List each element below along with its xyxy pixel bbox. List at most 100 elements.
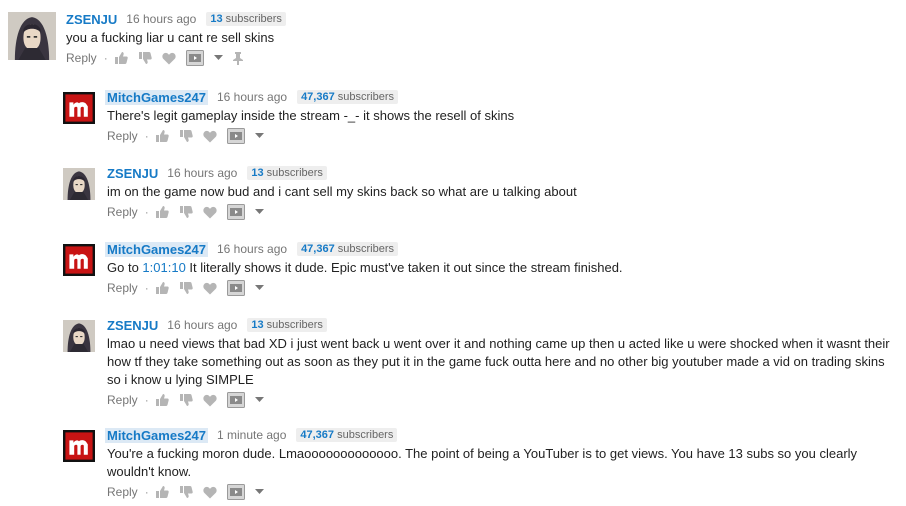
subscriber-badge: 47,367 subscribers <box>296 428 398 442</box>
creator-video-icon[interactable] <box>226 128 245 144</box>
thumbs-down-icon[interactable] <box>179 129 193 143</box>
comment-text: You're a fucking moron dude. Lmaoooooooo… <box>107 446 858 479</box>
comment-header: MitchGames247 16 hours ago 47,367 subscrib… <box>105 88 900 106</box>
author-name[interactable]: ZSENJU <box>107 318 158 333</box>
avatar[interactable] <box>63 168 95 200</box>
subscriber-label: subscribers <box>337 91 395 103</box>
comment-text: Go to 1:01:10 It literally shows it dude… <box>107 259 900 277</box>
avatar[interactable] <box>63 92 95 124</box>
comment-body: MitchGames247 16 hours ago 47,367 subscrib… <box>105 240 900 297</box>
separator-dot: · <box>144 205 149 219</box>
comment-body: ZSENJU 16 hours ago 13 subscribers lmao u n… <box>107 316 900 409</box>
creator-video-icon[interactable] <box>185 50 204 66</box>
comment-time[interactable]: 16 hours ago <box>217 90 287 104</box>
creator-video-icon[interactable] <box>226 280 245 296</box>
comment-text: lmao u need views that bad XD i just wen… <box>107 336 890 387</box>
comment-item: ZSENJU 16 hours ago 13 subscribers im on th… <box>0 164 906 244</box>
thumbs-down-icon[interactable] <box>179 485 193 499</box>
comment-time[interactable]: 16 hours ago <box>217 242 287 256</box>
reply-button[interactable]: Reply <box>66 51 97 65</box>
author-name[interactable]: MitchGames247 <box>105 427 208 443</box>
comment-item: MitchGames247 16 hours ago 47,367 subscrib… <box>0 240 906 320</box>
heart-icon[interactable] <box>203 486 217 499</box>
comment-header: ZSENJU 16 hours ago 13 subscribers <box>107 164 900 182</box>
reply-button[interactable]: Reply <box>107 393 138 407</box>
comment-header: ZSENJU 16 hours ago 13 subscribers <box>66 10 900 28</box>
comment-body: MitchGames247 16 hours ago 47,367 subscrib… <box>105 88 900 145</box>
comment-actions: Reply · <box>107 391 900 409</box>
subscriber-count: 47,367 <box>301 243 335 255</box>
chevron-down-icon[interactable] <box>254 133 264 139</box>
comment-time[interactable]: 1 minute ago <box>217 428 286 442</box>
chevron-down-icon[interactable] <box>254 489 264 495</box>
subscriber-label: subscribers <box>225 13 282 25</box>
pin-icon[interactable] <box>232 51 243 65</box>
comment-actions: Reply · <box>107 203 900 221</box>
comment-actions: Reply · <box>107 279 900 297</box>
chevron-down-icon[interactable] <box>254 209 264 215</box>
author-name[interactable]: ZSENJU <box>66 12 117 27</box>
reply-button[interactable]: Reply <box>107 129 138 143</box>
timestamp-link[interactable]: 1:01:10 <box>142 260 185 275</box>
creator-video-icon[interactable] <box>226 392 245 408</box>
author-name[interactable]: ZSENJU <box>107 166 158 181</box>
avatar[interactable] <box>8 12 56 60</box>
chevron-down-icon[interactable] <box>254 285 264 291</box>
creator-video-icon[interactable] <box>226 484 245 500</box>
separator-dot: · <box>144 129 149 143</box>
comment-actions: Reply · <box>107 127 900 145</box>
comment-actions: Reply · <box>66 49 900 67</box>
comment-time[interactable]: 16 hours ago <box>126 12 196 26</box>
thumbs-down-icon[interactable] <box>138 51 152 65</box>
subscriber-badge: 13 subscribers <box>247 318 327 332</box>
avatar[interactable] <box>63 320 95 352</box>
comment-time[interactable]: 16 hours ago <box>167 318 237 332</box>
subscriber-count: 47,367 <box>301 91 335 103</box>
author-name[interactable]: MitchGames247 <box>105 241 208 257</box>
heart-icon[interactable] <box>203 206 217 219</box>
subscriber-label: subscribers <box>337 429 394 441</box>
heart-icon[interactable] <box>203 394 217 407</box>
chevron-down-icon[interactable] <box>213 55 223 61</box>
subscriber-label: subscribers <box>266 319 323 331</box>
comment-text: There's legit gameplay inside the stream… <box>107 108 515 123</box>
heart-icon[interactable] <box>203 130 217 143</box>
thumbs-down-icon[interactable] <box>179 281 193 295</box>
thumbs-down-icon[interactable] <box>179 393 193 407</box>
thumbs-down-icon[interactable] <box>179 205 193 219</box>
avatar[interactable] <box>63 244 95 276</box>
reply-button[interactable]: Reply <box>107 281 138 295</box>
comment-text: you a fucking liar u cant re sell skins <box>66 30 275 45</box>
subscriber-badge: 47,367 subscribers <box>297 242 399 256</box>
comment-item: MitchGames247 1 minute ago 47,367 subscrib… <box>0 426 906 506</box>
heart-icon[interactable] <box>203 282 217 295</box>
thumbs-up-icon[interactable] <box>114 51 128 65</box>
comment-text: im on the game now bud and i cant sell m… <box>107 184 577 199</box>
comment-text-after: It literally shows it dude. Epic must've… <box>185 260 623 275</box>
avatar[interactable] <box>63 430 95 462</box>
reply-button[interactable]: Reply <box>107 205 138 219</box>
comment-item: MitchGames247 16 hours ago 47,367 subscrib… <box>0 88 906 168</box>
creator-video-icon[interactable] <box>226 204 245 220</box>
subscriber-badge: 13 subscribers <box>206 12 286 26</box>
thumbs-up-icon[interactable] <box>155 129 169 143</box>
chevron-down-icon[interactable] <box>254 397 264 403</box>
heart-icon[interactable] <box>162 52 176 65</box>
subscriber-label: subscribers <box>337 243 395 255</box>
comment-actions: Reply · <box>107 483 900 501</box>
subscriber-count: 13 <box>210 13 223 25</box>
comment-time[interactable]: 16 hours ago <box>167 166 237 180</box>
comment-item: ZSENJU 16 hours ago 13 subscribers you a fu… <box>0 10 906 90</box>
separator-dot: · <box>144 393 149 407</box>
subscriber-count: 13 <box>251 167 264 179</box>
author-name[interactable]: MitchGames247 <box>105 89 208 105</box>
thumbs-up-icon[interactable] <box>155 485 169 499</box>
comment-body: ZSENJU 16 hours ago 13 subscribers im on th… <box>107 164 900 221</box>
separator-dot: · <box>103 51 108 65</box>
thumbs-up-icon[interactable] <box>155 393 169 407</box>
separator-dot: · <box>144 281 149 295</box>
reply-button[interactable]: Reply <box>107 485 138 499</box>
thumbs-up-icon[interactable] <box>155 281 169 295</box>
thumbs-up-icon[interactable] <box>155 205 169 219</box>
comment-header: MitchGames247 1 minute ago 47,367 subscrib… <box>105 426 900 444</box>
